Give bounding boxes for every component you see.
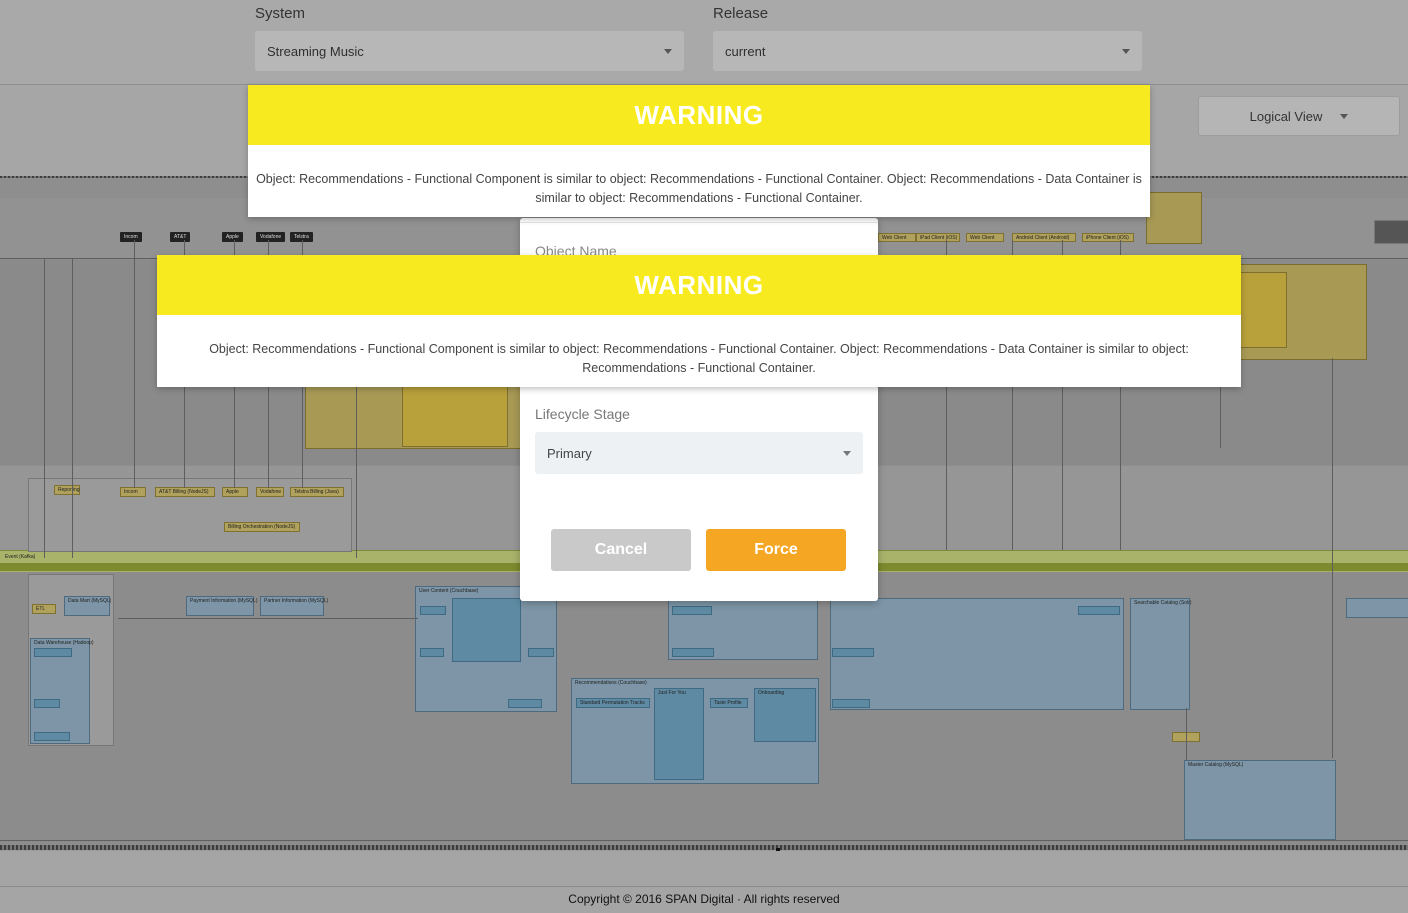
highlights-box xyxy=(420,606,446,615)
frontend-inner-box xyxy=(402,383,508,447)
just-for-you-box: Just For You xyxy=(654,688,704,780)
rec-item-box: Standard Permutation Tracks xyxy=(576,698,650,708)
release-select-value: current xyxy=(725,43,766,59)
warning-message: Object: Recommendations - Functional Com… xyxy=(209,342,1189,375)
mixdio-files-box xyxy=(832,699,870,708)
base-profiles-box xyxy=(34,732,70,741)
facts-box xyxy=(34,699,60,708)
partner-info-box: Partner Information (MySQL) xyxy=(260,596,328,616)
client-box: Web Client xyxy=(878,233,916,242)
connector xyxy=(118,618,418,619)
subscription-catalog-box xyxy=(1346,598,1408,618)
billing-box: Apple xyxy=(222,487,248,497)
chevron-down-icon xyxy=(1340,113,1349,119)
connector xyxy=(72,258,73,558)
copyright-text: Copyright © 2016 SPAN Digital · All righ… xyxy=(568,892,840,906)
chevron-down-icon xyxy=(843,450,851,456)
client-box: iPad Client (iOS) xyxy=(916,233,960,242)
release-select[interactable]: current xyxy=(713,31,1142,71)
billing-box: AT&T Billing (NodeJS) xyxy=(155,487,215,497)
onboarding-box: Onboarding xyxy=(754,688,816,742)
connector xyxy=(1186,708,1187,760)
lifecycle-stage-select[interactable]: Primary xyxy=(535,432,863,474)
user-box xyxy=(452,598,521,662)
taste-profile-box: Taste Profile xyxy=(710,698,748,708)
system-label: System xyxy=(255,5,306,22)
warning-title: WARNING xyxy=(248,85,1150,145)
data-mart-box: Data Mart (MySQL) xyxy=(64,596,111,616)
album-images-box xyxy=(1078,606,1120,615)
etl-box: ETL xyxy=(32,604,56,614)
chevron-down-icon xyxy=(1122,48,1130,54)
chevron-down-icon xyxy=(664,48,672,54)
client-box: Android Client (Android) xyxy=(1012,233,1076,242)
warning-toast[interactable]: WARNING Object: Recommendations - Functi… xyxy=(157,255,1241,387)
reporting-box: Reporting xyxy=(54,485,80,495)
lifecycle-stage-label: Lifecycle Stage xyxy=(535,406,630,422)
billing-box: Telstra Billing (Java) xyxy=(290,487,344,497)
subscription-box xyxy=(508,699,542,708)
client-group-box xyxy=(1146,192,1202,244)
footer-divider xyxy=(0,886,1408,887)
system-select-value: Streaming Music xyxy=(267,43,364,59)
warning-title: WARNING xyxy=(157,255,1241,315)
playlists-box xyxy=(528,648,554,657)
payment-info-box: Payment Information (MySQL) xyxy=(186,596,258,616)
connector xyxy=(44,258,45,558)
warning-message: Object: Recommendations - Functional Com… xyxy=(256,172,1142,205)
billing-box: Incom xyxy=(120,487,146,497)
lifecycle-stage-value: Primary xyxy=(547,445,592,461)
artist-curated-box xyxy=(672,606,712,615)
side-box xyxy=(1374,220,1408,244)
session-tracks-box xyxy=(672,648,714,657)
filter-bar: System Streaming Music Release current xyxy=(0,0,1408,85)
connector xyxy=(0,840,1408,841)
system-select[interactable]: Streaming Music xyxy=(255,31,684,71)
searchable-catalog-box: Searchable Catalog (Solr) xyxy=(1130,598,1192,710)
cancel-button[interactable]: Cancel xyxy=(551,529,691,571)
bus-label: Event (Kafka) xyxy=(5,554,36,560)
support-inner-box xyxy=(1240,272,1287,348)
artist-images-box xyxy=(832,648,874,657)
force-button[interactable]: Force xyxy=(706,529,846,571)
diagram-border-bottom xyxy=(0,845,1408,850)
dimensions-box xyxy=(34,648,72,657)
connector xyxy=(1332,358,1333,758)
client-box: iPhone Client (iOS) xyxy=(1082,233,1134,242)
dialog-divider xyxy=(520,222,878,223)
external-tag: Incom xyxy=(120,232,142,242)
external-tag: Apple xyxy=(222,232,243,242)
warning-toast[interactable]: WARNING Object: Recommendations - Functi… xyxy=(248,85,1150,217)
external-tag: Vodafone xyxy=(256,232,286,242)
master-catalog-box: Master Catalog (MySQL) xyxy=(1184,760,1336,840)
product-box xyxy=(420,648,444,657)
connector xyxy=(134,240,135,488)
release-label: Release xyxy=(713,5,769,22)
view-select[interactable]: Logical View xyxy=(1198,96,1400,136)
external-tag: AT&T xyxy=(170,232,191,242)
billing-box: Vodafone xyxy=(256,487,284,497)
view-select-value: Logical View xyxy=(1249,108,1323,124)
client-box: Web Client xyxy=(966,233,1004,242)
billing-orchestration-box: Billing Orchestration (NodeJS) xyxy=(224,522,300,532)
